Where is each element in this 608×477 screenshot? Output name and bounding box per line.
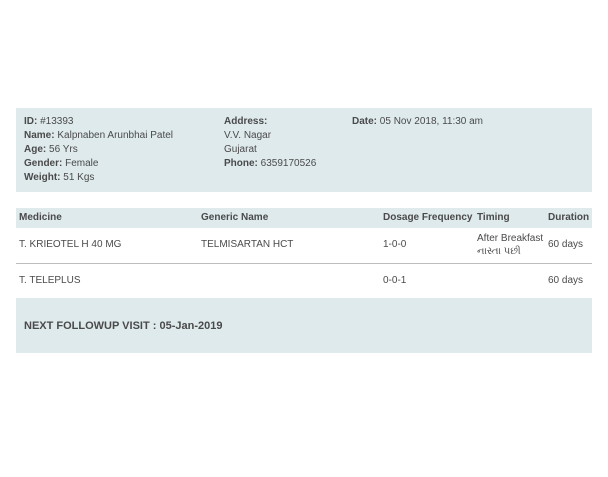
generic-name-cell: TELMISARTAN HCT bbox=[201, 239, 294, 250]
address-label-row: Address: bbox=[224, 115, 316, 129]
patient-age-row: Age: 56 Yrs bbox=[24, 143, 173, 157]
address-line: V.V. Nagar bbox=[224, 130, 272, 141]
header-duration: Duration bbox=[548, 212, 590, 223]
medicine-cell: T. KRIEOTEL H 40 MG bbox=[19, 239, 122, 250]
patient-id-value: #13393 bbox=[40, 116, 74, 127]
visit-date-label: Date: bbox=[352, 116, 378, 127]
next-followup-text: NEXT FOLLOWUP VISIT : 05-Jan-2019 bbox=[24, 320, 223, 332]
timing-gujarati: નાસ્તા પછી bbox=[477, 246, 521, 257]
patient-name-label: Name: bbox=[24, 130, 55, 141]
phone-row: Phone: 6359170526 bbox=[224, 157, 316, 171]
table-row: T. TELEPLUS 0-0-1 60 days bbox=[16, 264, 592, 299]
dosage-cell: 1-0-0 bbox=[383, 239, 407, 250]
patient-weight-label: Weight: bbox=[24, 172, 61, 183]
header-generic-name: Generic Name bbox=[201, 212, 269, 223]
patient-info-panel: ID: #13393 Name: Kalpnaben Arunbhai Pate… bbox=[16, 108, 592, 192]
patient-details-column: ID: #13393 Name: Kalpnaben Arunbhai Pate… bbox=[24, 115, 173, 185]
address-line: Gujarat bbox=[224, 144, 257, 155]
patient-id-row: ID: #13393 bbox=[24, 115, 173, 129]
patient-age-label: Age: bbox=[24, 144, 47, 155]
phone-value: 6359170526 bbox=[260, 158, 317, 169]
duration-cell: 60 days bbox=[548, 275, 584, 286]
medicine-cell: T. TELEPLUS bbox=[19, 275, 81, 286]
phone-label: Phone: bbox=[224, 158, 258, 169]
prescription-table: Medicine Generic Name Dosage Frequency T… bbox=[16, 208, 592, 299]
patient-gender-label: Gender: bbox=[24, 158, 63, 169]
dosage-cell: 0-0-1 bbox=[383, 275, 407, 286]
patient-gender-row: Gender: Female bbox=[24, 157, 173, 171]
address-label: Address: bbox=[224, 116, 268, 127]
visit-date-column: Date: 05 Nov 2018, 11:30 am bbox=[352, 115, 483, 129]
patient-name-row: Name: Kalpnaben Arunbhai Patel bbox=[24, 129, 173, 143]
followup-panel: NEXT FOLLOWUP VISIT : 05-Jan-2019 bbox=[16, 298, 592, 353]
header-medicine: Medicine bbox=[19, 212, 62, 223]
patient-gender-value: Female bbox=[65, 158, 99, 169]
patient-weight-row: Weight: 51 Kgs bbox=[24, 171, 173, 185]
header-timing: Timing bbox=[477, 212, 510, 223]
patient-age-value: 56 Yrs bbox=[49, 144, 78, 155]
patient-address-column: Address: V.V. Nagar Gujarat Phone: 63591… bbox=[224, 115, 316, 171]
patient-id-label: ID: bbox=[24, 116, 38, 127]
timing-cell: After Breakfast નાસ્તા પછી bbox=[477, 232, 543, 258]
prescription-table-header: Medicine Generic Name Dosage Frequency T… bbox=[16, 208, 592, 228]
visit-date-row: Date: 05 Nov 2018, 11:30 am bbox=[352, 115, 483, 129]
timing-english: After Breakfast bbox=[477, 233, 544, 244]
header-dosage-frequency: Dosage Frequency bbox=[383, 212, 473, 223]
duration-cell: 60 days bbox=[548, 239, 584, 250]
table-row: T. KRIEOTEL H 40 MG TELMISARTAN HCT 1-0-… bbox=[16, 228, 592, 264]
visit-date-value: 05 Nov 2018, 11:30 am bbox=[379, 116, 484, 127]
patient-name-value: Kalpnaben Arunbhai Patel bbox=[57, 130, 174, 141]
patient-weight-value: 51 Kgs bbox=[63, 172, 95, 183]
